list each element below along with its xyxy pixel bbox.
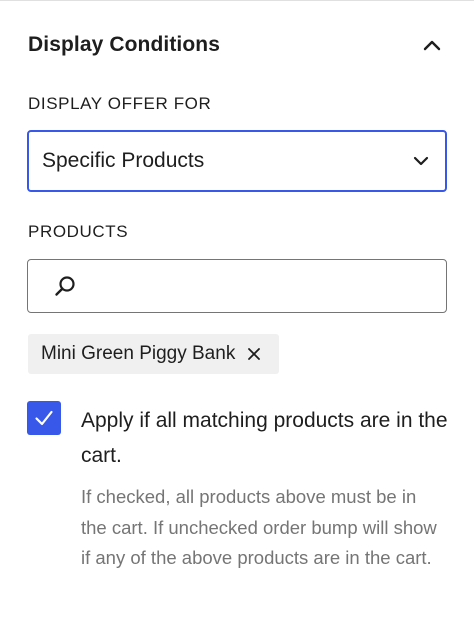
checkmark-icon	[35, 410, 53, 426]
top-divider	[0, 0, 474, 1]
products-label: PRODUCTS	[28, 222, 129, 241]
display-offer-value: Specific Products	[42, 149, 205, 172]
products-search-field[interactable]	[27, 259, 447, 313]
search-icon	[52, 273, 78, 299]
apply-all-checkbox[interactable]	[27, 401, 61, 435]
products-search-input[interactable]	[86, 260, 446, 312]
chevron-up-icon[interactable]	[418, 31, 446, 59]
apply-all-label[interactable]: Apply if all matching products are in th…	[81, 403, 451, 473]
product-token-label: Mini Green Piggy Bank	[41, 343, 236, 364]
display-offer-label: DISPLAY OFFER FOR	[28, 94, 212, 113]
panel-header[interactable]: Display Conditions	[28, 28, 446, 62]
apply-all-help-text: If checked, all products above must be i…	[81, 486, 437, 568]
panel-title: Display Conditions	[28, 33, 220, 56]
chevron-down-icon	[411, 151, 431, 171]
product-token: Mini Green Piggy Bank	[28, 334, 280, 374]
display-offer-select[interactable]: Specific Products	[27, 130, 447, 192]
close-icon[interactable]	[245, 345, 263, 363]
